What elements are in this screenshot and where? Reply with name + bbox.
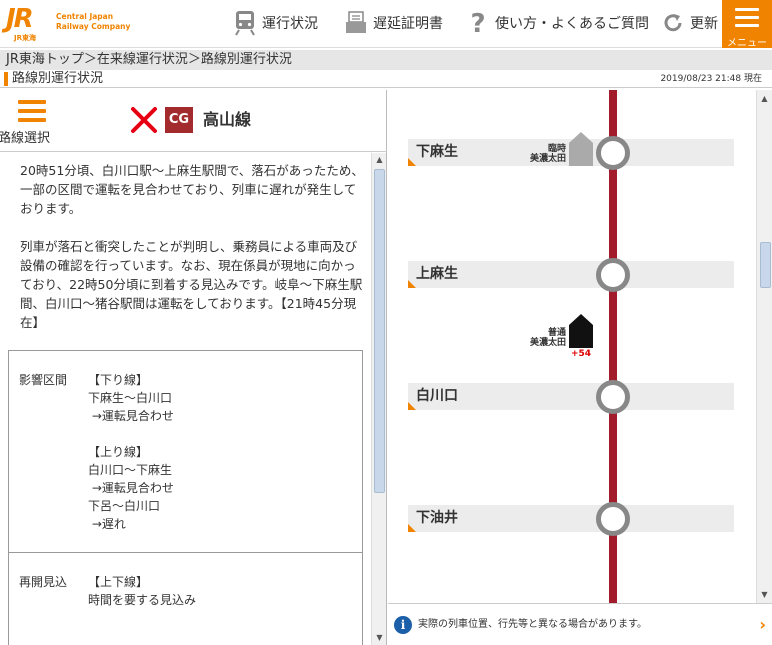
status-message-p2: 列車が落石と衝突したことが判明し、乗務員による車両及び設備の確認を行っています。… <box>20 239 363 330</box>
scroll-thumb[interactable] <box>374 169 385 493</box>
station-marker-icon <box>408 402 416 410</box>
station-marker-icon <box>408 524 416 532</box>
menu-button[interactable]: メニュー <box>722 0 772 49</box>
scroll-down-arrow-icon[interactable]: ▼ <box>757 588 772 602</box>
logo-en-line1: Central Japan <box>56 12 114 21</box>
nav-help-faq-label: 使い方・よくあるご質問 <box>495 16 649 32</box>
resume-estimate-value: 【上下線】 時間を要する見込み <box>88 575 197 607</box>
station-marker-icon <box>408 158 416 166</box>
train-marker-icon[interactable] <box>568 313 594 349</box>
status-message: 20時51分頃、白川口駅～上麻生駅間で、落石があったため、一部の区間で運転を見合… <box>20 161 365 351</box>
route-select-label: 路線選択 <box>0 131 51 146</box>
train-destination: 美濃太田 <box>529 154 566 164</box>
train-info-1: 臨時 美濃太田 <box>518 144 566 164</box>
status-message-p1: 20時51分頃、白川口駅～上麻生駅間で、落石があったため、一部の区間で運転を見合… <box>20 163 364 216</box>
station-row[interactable]: 白川口 <box>408 383 734 410</box>
status-message-area: 20時51分頃、白川口駅～上麻生駅間で、落石があったため、一部の区間で運転を見合… <box>0 153 370 645</box>
line-name: 高山線 <box>203 110 252 129</box>
nav-operation-status[interactable]: 運行状況 <box>232 8 318 38</box>
refresh-icon <box>660 10 686 36</box>
station-circle <box>596 380 630 414</box>
route-header: 路線選択 CG 高山線 <box>0 90 387 152</box>
scroll-up-arrow-icon[interactable]: ▲ <box>757 92 772 106</box>
update-timestamp: 2019/08/23 21:48 現在 <box>660 74 762 84</box>
info-icon: i <box>394 616 412 634</box>
train-info-2: 普通 美濃太田 <box>518 328 566 348</box>
train-type: 臨時 <box>547 144 566 154</box>
breadcrumb[interactable]: JR東海トップ＞在来線運行状況＞路線別運行状況 <box>0 50 772 70</box>
logo-jr-tokai-text: JR東海 <box>14 34 36 42</box>
scroll-up-arrow-icon[interactable]: ▲ <box>372 153 387 167</box>
affected-section-label: 影響区間 <box>19 373 68 387</box>
station-name: 下麻生 <box>416 144 458 160</box>
chevron-right-icon[interactable]: › <box>759 615 766 634</box>
map-scroll-thumb[interactable] <box>760 242 771 288</box>
resume-estimate-label: 再開見込 <box>19 575 68 589</box>
jr-central-logo[interactable]: JR JR東海 Central Japan Railway Company <box>4 4 134 44</box>
line-code-badge: CG <box>165 107 193 133</box>
route-select-button[interactable]: 路線選択 <box>0 100 64 146</box>
page-title-bar: 路線別運行状況 2019/08/23 21:48 現在 <box>0 70 772 88</box>
hamburger-icon <box>735 8 759 32</box>
notice-text: 実際の列車位置、行先等と異なる場合があります。 <box>418 619 647 630</box>
logo-english-name: Central Japan Railway Company <box>56 12 130 32</box>
station-row[interactable]: 上麻生 <box>408 261 734 288</box>
station-circle <box>596 136 630 170</box>
station-circle <box>596 258 630 292</box>
affected-section-value: 【下り線】 下麻生～白川口 →運転見合わせ 【上り線】 白川口～下麻生 →運転見… <box>88 373 174 531</box>
svg-text:?: ? <box>470 10 485 36</box>
train-map: 下麻生 上麻生 白川口 下油井 臨時 美濃太田 普通 美濃太田 +54 ▲ ▼ <box>388 90 772 604</box>
train-icon <box>232 10 258 36</box>
map-notice[interactable]: i 実際の列車位置、行先等と異なる場合があります。 › <box>388 605 772 645</box>
nav-delay-certificate-label: 遅延証明書 <box>373 16 443 32</box>
nav-help-faq[interactable]: ? 使い方・よくあるご質問 <box>465 8 649 38</box>
affected-section-row: 影響区間 【下り線】 下麻生～白川口 →運転見合わせ 【上り線】 白川口～下麻生… <box>9 351 362 553</box>
train-marker-icon[interactable] <box>568 131 594 167</box>
refresh-label: 更新 <box>690 16 718 32</box>
refresh-button[interactable]: 更新 <box>660 8 718 38</box>
status-scrollbar[interactable]: ▲ ▼ <box>371 153 386 645</box>
status-panel: 路線選択 CG 高山線 20時51分頃、白川口駅～上麻生駅間で、落石があったため… <box>0 90 387 645</box>
station-name: 上麻生 <box>416 266 458 282</box>
scroll-down-arrow-icon[interactable]: ▼ <box>372 631 387 645</box>
station-marker-icon <box>408 280 416 288</box>
question-icon: ? <box>465 10 491 36</box>
nav-delay-certificate[interactable]: 遅延証明書 <box>343 8 443 38</box>
station-row[interactable]: 下油井 <box>408 505 734 532</box>
info-table: 影響区間 【下り線】 下麻生～白川口 →運転見合わせ 【上り線】 白川口～下麻生… <box>8 350 363 645</box>
station-circle <box>596 502 630 536</box>
logo-jr-mark: JR <box>6 4 34 34</box>
station-name: 下油井 <box>416 510 458 526</box>
menu-label: メニュー <box>727 38 767 49</box>
title-accent-mark <box>4 72 8 86</box>
train-map-panel: 下麻生 上麻生 白川口 下油井 臨時 美濃太田 普通 美濃太田 +54 ▲ ▼ … <box>388 90 772 645</box>
route-menu-icon <box>18 100 46 122</box>
page-title: 路線別運行状況 <box>12 71 104 86</box>
station-name: 白川口 <box>416 388 458 404</box>
map-scrollbar[interactable]: ▲ ▼ <box>756 90 772 603</box>
delay-minutes: +54 <box>571 349 592 359</box>
header: JR JR東海 Central Japan Railway Company 運行… <box>0 0 772 49</box>
x-mark-icon <box>131 107 157 133</box>
train-type: 普通 <box>547 328 566 338</box>
logo-en-line2: Railway Company <box>56 22 131 31</box>
certificate-icon <box>343 10 369 36</box>
train-destination: 美濃太田 <box>529 338 566 348</box>
nav-operation-status-label: 運行状況 <box>262 16 318 32</box>
